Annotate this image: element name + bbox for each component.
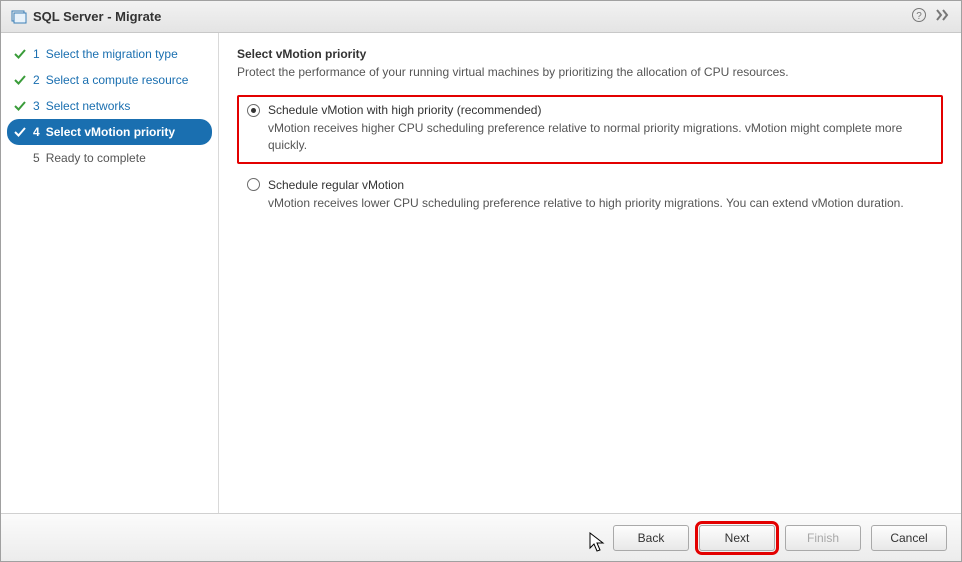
step-label: Ready to complete (46, 151, 146, 165)
option-label: Schedule regular vMotion (268, 178, 404, 192)
check-icon (13, 125, 27, 139)
radio-regular[interactable] (247, 178, 260, 191)
page-subtitle: Protect the performance of your running … (237, 65, 943, 79)
step-vmotion-priority[interactable]: 4 Select vMotion priority (7, 119, 212, 145)
next-button[interactable]: Next (699, 525, 775, 551)
expand-icon[interactable] (935, 8, 951, 25)
step-number: 5 (33, 151, 40, 165)
vm-icon (11, 9, 27, 25)
wizard-content: Select vMotion priority Protect the perf… (219, 33, 961, 513)
titlebar: SQL Server - Migrate ? (1, 1, 961, 33)
check-icon (13, 47, 27, 61)
step-migration-type[interactable]: 1 Select the migration type (1, 41, 218, 67)
step-number: 1 (33, 47, 40, 61)
option-regular[interactable]: Schedule regular vMotion vMotion receive… (237, 170, 943, 222)
cursor-icon (589, 532, 607, 554)
option-high-priority[interactable]: Schedule vMotion with high priority (rec… (237, 95, 943, 164)
step-networks[interactable]: 3 Select networks (1, 93, 218, 119)
step-label: Select the migration type (46, 47, 178, 61)
step-label: Select a compute resource (46, 73, 189, 87)
step-number: 2 (33, 73, 40, 87)
step-ready-complete[interactable]: 5 Ready to complete (1, 145, 218, 171)
back-button[interactable]: Back (613, 525, 689, 551)
step-compute-resource[interactable]: 2 Select a compute resource (1, 67, 218, 93)
check-icon (13, 73, 27, 87)
radio-high-priority[interactable] (247, 104, 260, 117)
finish-button: Finish (785, 525, 861, 551)
window-title: SQL Server - Migrate (33, 9, 161, 24)
option-description: vMotion receives lower CPU scheduling pr… (268, 195, 933, 212)
wizard-steps-sidebar: 1 Select the migration type 2 Select a c… (1, 33, 219, 513)
check-icon (13, 99, 27, 113)
priority-options: Schedule vMotion with high priority (rec… (237, 95, 943, 221)
migrate-wizard-window: SQL Server - Migrate ? 1 Select the migr… (0, 0, 962, 562)
svg-text:?: ? (916, 11, 922, 22)
step-number: 4 (33, 125, 40, 139)
wizard-footer: Back Next Finish Cancel (1, 513, 961, 561)
option-label: Schedule vMotion with high priority (rec… (268, 103, 541, 117)
cancel-button[interactable]: Cancel (871, 525, 947, 551)
step-number: 3 (33, 99, 40, 113)
option-description: vMotion receives higher CPU scheduling p… (268, 120, 933, 154)
step-label: Select vMotion priority (46, 125, 175, 139)
step-label: Select networks (46, 99, 131, 113)
page-title: Select vMotion priority (237, 47, 943, 61)
wizard-body: 1 Select the migration type 2 Select a c… (1, 33, 961, 513)
help-icon[interactable]: ? (911, 7, 927, 26)
